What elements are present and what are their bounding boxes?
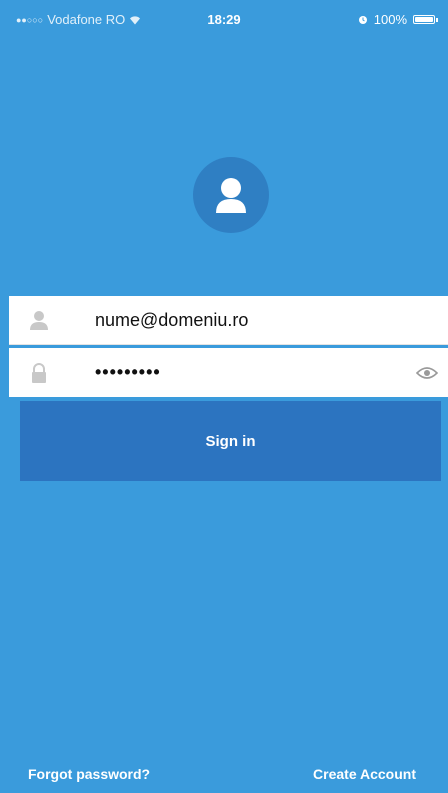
lock-icon bbox=[32, 362, 46, 383]
battery-cap bbox=[436, 17, 438, 22]
battery-percentage: 100% bbox=[373, 12, 407, 27]
sign-in-button[interactable]: Sign in bbox=[20, 401, 441, 481]
email-field[interactable]: nume@domeniu.ro bbox=[95, 296, 405, 344]
status-right: 100% bbox=[358, 12, 438, 27]
user-silhouette-icon bbox=[216, 178, 246, 213]
create-account-link[interactable]: Create Account bbox=[313, 766, 416, 782]
alarm-icon bbox=[358, 15, 367, 24]
password-row[interactable]: ••••••••• bbox=[9, 348, 448, 397]
forgot-password-link[interactable]: Forgot password? bbox=[28, 766, 150, 782]
battery-level bbox=[415, 17, 433, 22]
battery-icon bbox=[413, 15, 435, 24]
user-icon bbox=[30, 311, 48, 330]
status-bar: ●●○○○ Vodafone RO 18:29 100% bbox=[0, 0, 448, 40]
password-field[interactable]: ••••••••• bbox=[95, 348, 405, 397]
avatar bbox=[193, 157, 269, 233]
eye-icon[interactable] bbox=[416, 365, 438, 381]
email-row[interactable]: nume@domeniu.ro bbox=[9, 296, 448, 345]
